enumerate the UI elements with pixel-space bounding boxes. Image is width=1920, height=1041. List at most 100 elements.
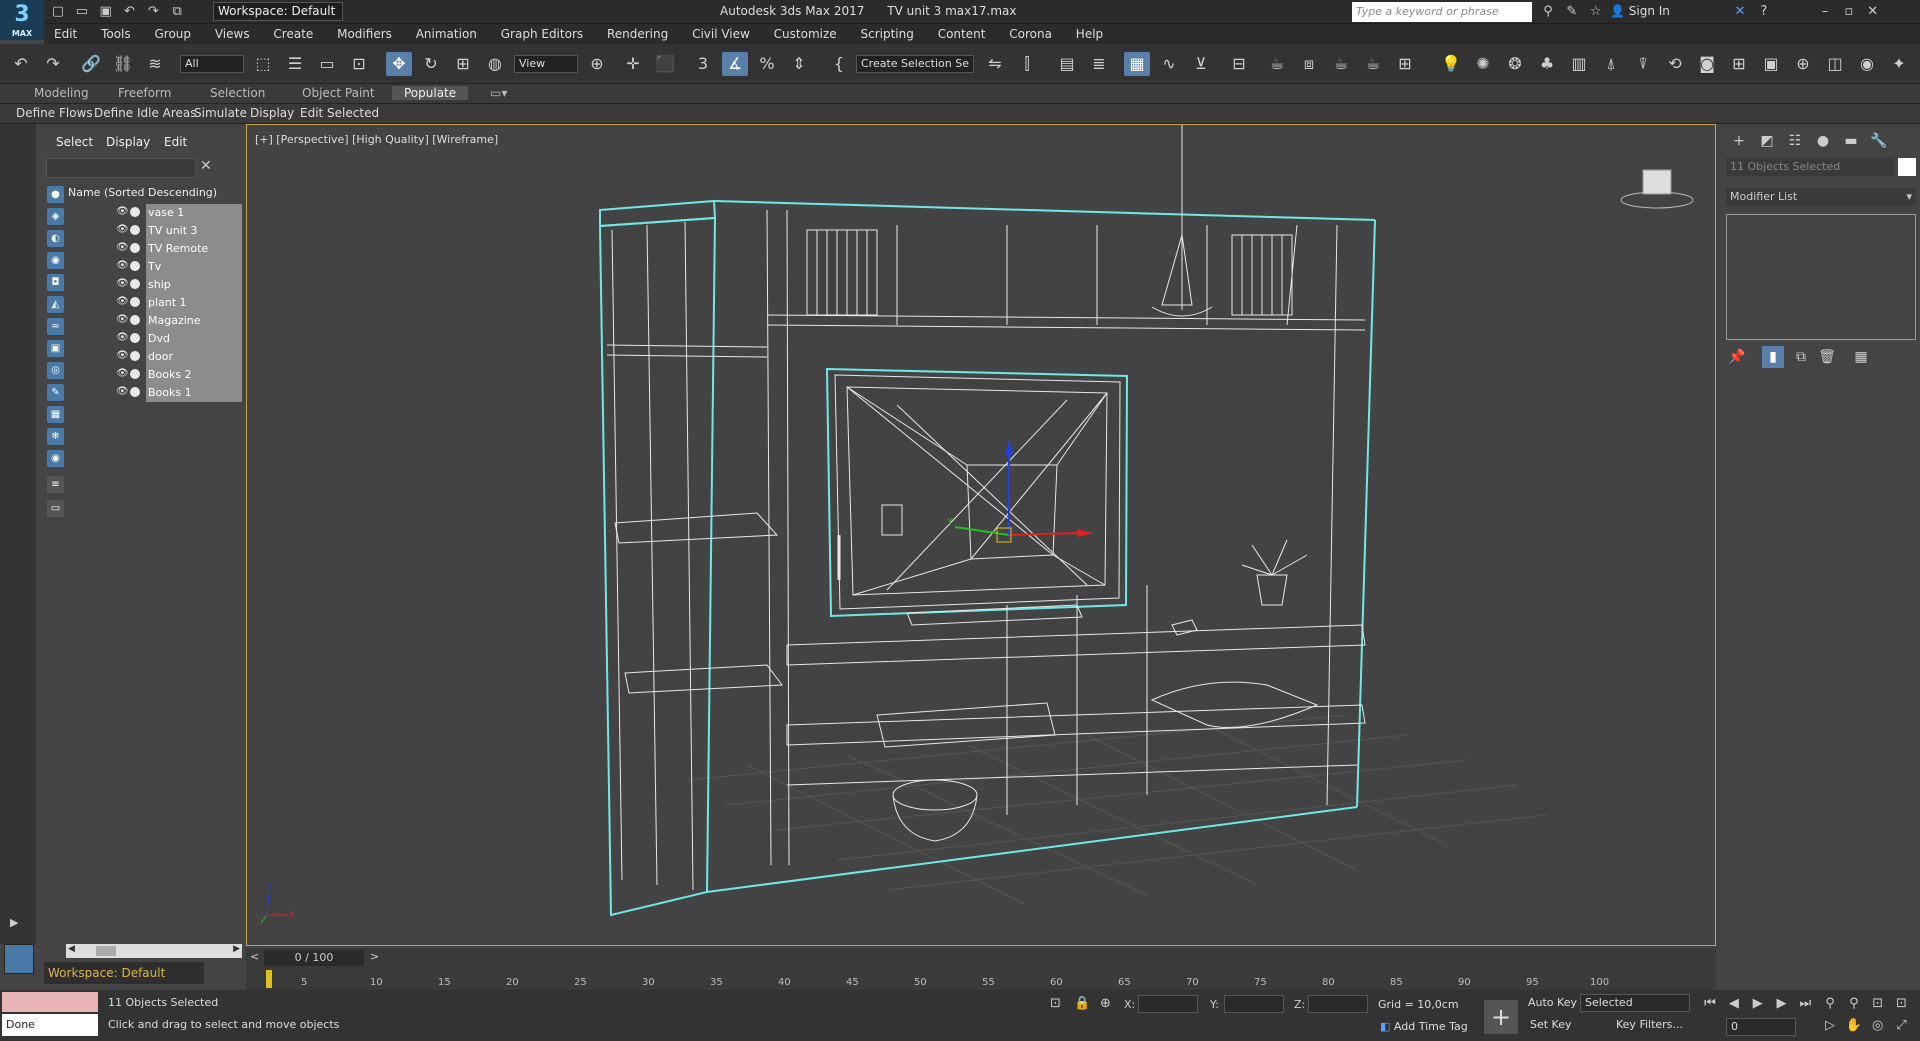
render-dot-icon[interactable] bbox=[130, 279, 140, 289]
add-time-tag-button[interactable]: ◧ Add Time Tag bbox=[1380, 1020, 1468, 1033]
visibility-eye-icon[interactable]: 👁 bbox=[116, 260, 129, 271]
material-editor-icon[interactable]: ⊟ bbox=[1226, 52, 1252, 76]
tab-modeling[interactable]: Modeling bbox=[34, 86, 89, 100]
visibility-eye-icon[interactable]: 👁 bbox=[116, 332, 129, 343]
selection-lock-icon[interactable]: 🔒 bbox=[1074, 996, 1090, 1011]
select-and-scale-icon[interactable]: ⊞ bbox=[450, 52, 476, 76]
display-button[interactable]: Display bbox=[250, 106, 294, 120]
object-name-field[interactable]: 11 Objects Selected bbox=[1726, 158, 1894, 176]
explorer-tab-select[interactable]: Select bbox=[56, 135, 93, 149]
sort-icon[interactable]: ● bbox=[47, 186, 64, 203]
vase-wireframe[interactable] bbox=[892, 779, 978, 811]
absolute-mode-icon[interactable]: ⊕ bbox=[1100, 996, 1111, 1011]
perspective-viewport[interactable]: [+] [Perspective] [High Quality] [Wirefr… bbox=[246, 124, 1716, 946]
scroll-left-icon[interactable]: ◀ bbox=[68, 944, 75, 954]
link-icon[interactable]: 🔗 bbox=[78, 52, 104, 76]
light-icon[interactable]: 💡 bbox=[1438, 52, 1464, 76]
corona-icon[interactable]: ❂ bbox=[1502, 52, 1528, 76]
time-slider[interactable]: < 0 / 100 > bbox=[246, 948, 1716, 968]
menu-customize[interactable]: Customize bbox=[764, 24, 847, 44]
list-item[interactable]: 👁 Dvd bbox=[66, 330, 242, 348]
select-manipulate-icon[interactable]: ✛ bbox=[620, 52, 646, 76]
menu-content[interactable]: Content bbox=[928, 24, 996, 44]
isolate-selection-icon[interactable]: ⊡ bbox=[1050, 996, 1061, 1011]
visibility-eye-icon[interactable]: 👁 bbox=[116, 206, 129, 217]
eye-icon[interactable]: ◉ bbox=[1854, 52, 1880, 76]
help-icon[interactable]: ? bbox=[1754, 2, 1774, 22]
list-item[interactable]: 👁 Magazine bbox=[66, 312, 242, 330]
render-setup-icon[interactable]: ☕ bbox=[1264, 52, 1290, 76]
menu-views[interactable]: Views bbox=[205, 24, 260, 44]
display-tab-icon[interactable]: ▬ bbox=[1840, 130, 1862, 152]
light-filter-icon[interactable]: ◉ bbox=[47, 252, 64, 269]
pivot-center-icon[interactable]: ⊕ bbox=[584, 52, 610, 76]
motion-tab-icon[interactable]: ● bbox=[1812, 130, 1834, 152]
explorer-search-input[interactable] bbox=[46, 158, 196, 178]
play-icon[interactable]: ▶ bbox=[1748, 994, 1768, 1014]
books-wireframe[interactable] bbox=[806, 229, 1293, 316]
select-by-name-icon[interactable]: ☰ bbox=[282, 52, 308, 76]
orbit-icon[interactable]: ◎ bbox=[1868, 1016, 1888, 1036]
visibility-eye-icon[interactable]: 👁 bbox=[116, 314, 129, 325]
sign-in-button[interactable]: 👤 Sign In bbox=[1610, 4, 1670, 18]
go-to-start-icon[interactable]: ⏮ bbox=[1700, 994, 1720, 1014]
visibility-eye-icon[interactable]: 👁 bbox=[116, 224, 129, 235]
visibility-eye-icon[interactable]: 👁 bbox=[116, 296, 129, 307]
star-icon[interactable]: ☆ bbox=[1586, 2, 1606, 22]
sun-icon[interactable]: ✺ bbox=[1470, 52, 1496, 76]
define-idle-areas-button[interactable]: Define Idle Areas bbox=[94, 106, 197, 120]
container-filter-icon[interactable]: ▦ bbox=[47, 406, 64, 423]
explorer-column-header[interactable]: Name (Sorted Descending) bbox=[66, 184, 242, 202]
menu-animation[interactable]: Animation bbox=[406, 24, 487, 44]
time-slider-handle[interactable]: 0 / 100 bbox=[264, 950, 364, 966]
search-input[interactable]: Type a keyword or phrase bbox=[1352, 2, 1532, 22]
key-filters-button[interactable]: Key Filters... bbox=[1616, 1018, 1683, 1031]
group-filter-icon[interactable]: ▣ bbox=[47, 340, 64, 357]
render-dot-icon[interactable] bbox=[130, 333, 140, 343]
maxscript-listener[interactable]: Done bbox=[2, 992, 98, 1038]
toggle-ribbon-icon[interactable]: ▦ bbox=[1124, 52, 1150, 76]
tv-remote-wireframe[interactable] bbox=[1171, 619, 1198, 636]
select-and-rotate-icon[interactable]: ↻ bbox=[418, 52, 444, 76]
lightmix-icon[interactable]: ⍒ bbox=[1630, 52, 1656, 76]
menu-corona[interactable]: Corona bbox=[999, 24, 1062, 44]
next-frame-icon[interactable]: > bbox=[370, 950, 379, 963]
list-item[interactable]: 👁 TV unit 3 bbox=[66, 222, 242, 240]
plant-wireframe[interactable] bbox=[1241, 539, 1308, 606]
align-icon[interactable]: ⫿ bbox=[1014, 52, 1040, 76]
select-and-place-icon[interactable]: ◍ bbox=[482, 52, 508, 76]
xref-filter-icon[interactable]: ◎ bbox=[47, 362, 64, 379]
render-dot-icon[interactable] bbox=[130, 261, 140, 271]
render-dot-icon[interactable] bbox=[130, 369, 140, 379]
menu-edit[interactable]: Edit bbox=[44, 24, 87, 44]
object-color-swatch[interactable] bbox=[1898, 158, 1916, 176]
tree-icon[interactable]: ⍋ bbox=[1598, 52, 1624, 76]
list-item[interactable]: 👁 door bbox=[66, 348, 242, 366]
maxscript-input[interactable] bbox=[2, 992, 98, 1012]
maximize-viewport-icon[interactable]: ⤢ bbox=[1891, 1016, 1911, 1036]
tab-populate[interactable]: Populate bbox=[392, 86, 469, 100]
keyboard-shortcut-override-icon[interactable]: ⬛ bbox=[652, 52, 678, 76]
interactive-icon[interactable]: ⊕ bbox=[1790, 52, 1816, 76]
scroll-right-icon[interactable]: ▶ bbox=[233, 944, 240, 954]
selection-filter-dropdown[interactable]: All bbox=[180, 55, 244, 73]
render-dot-icon[interactable] bbox=[130, 243, 140, 253]
window-crossing-icon[interactable]: ⊡ bbox=[346, 52, 372, 76]
tv-wireframe[interactable] bbox=[834, 374, 1121, 626]
spacewarp-filter-icon[interactable]: ≈ bbox=[47, 318, 64, 335]
menu-group[interactable]: Group bbox=[144, 24, 201, 44]
snap-toggle-icon[interactable]: 3 bbox=[690, 52, 716, 76]
workspace-selector[interactable]: Workspace: Default bbox=[44, 962, 204, 984]
vfb-icon[interactable]: ◙ bbox=[1694, 52, 1720, 76]
show-end-result-icon[interactable]: ▮ bbox=[1762, 346, 1784, 368]
render-production-icon[interactable]: ☕ bbox=[1328, 52, 1354, 76]
spinner-snap-icon[interactable]: ⇕ bbox=[786, 52, 812, 76]
list-item[interactable]: 👁 TV Remote bbox=[66, 240, 242, 258]
visibility-eye-icon[interactable]: 👁 bbox=[116, 242, 129, 253]
z-coordinate-field[interactable] bbox=[1308, 995, 1368, 1013]
explorer-horizontal-scrollbar[interactable]: ◀ ▶ bbox=[66, 944, 242, 958]
scroll-thumb[interactable] bbox=[96, 946, 116, 956]
named-selection-set-dropdown[interactable]: Create Selection Se bbox=[856, 55, 974, 73]
create-tab-icon[interactable]: + bbox=[1728, 130, 1750, 152]
all-filter-icon[interactable]: ≡ bbox=[47, 476, 64, 493]
